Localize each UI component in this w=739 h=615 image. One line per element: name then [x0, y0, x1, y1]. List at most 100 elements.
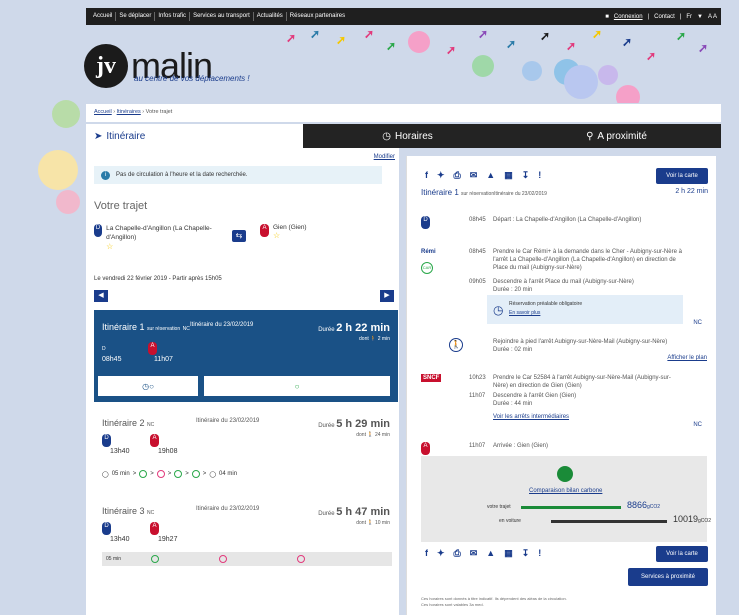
departure-time: 08h45 — [102, 356, 122, 363]
nc-badge: NC — [693, 422, 702, 428]
facebook-icon[interactable]: f — [425, 548, 428, 559]
step-text: Départ : La Chapelle-d'Angillon (La Chap… — [493, 217, 642, 223]
section-title: Votre trajet — [94, 200, 148, 212]
arrival-pin-icon: A — [150, 434, 159, 447]
train-icon — [174, 470, 183, 478]
user-icon: ■ — [605, 13, 609, 20]
car-badge: CAR — [421, 262, 441, 274]
breadcrumb-current: Votre trajet — [145, 109, 173, 115]
step-departure: D 08h45 Départ : La Chapelle-d'Angillon … — [421, 216, 711, 236]
departure-time: 13h40 — [110, 448, 130, 455]
departure-pin-icon: D — [421, 216, 430, 229]
arrow-decoration: ➚ — [310, 27, 321, 41]
favorite-star-icon[interactable]: ☆ — [273, 231, 280, 240]
location-pin-icon: ⚲ — [586, 130, 594, 142]
font-size-toggle[interactable]: A A — [708, 14, 717, 20]
itinerary-duration: Durée 2 h 22 min — [318, 322, 390, 334]
arrow-decoration: ➚ — [676, 29, 687, 43]
itinerary-title: Itinéraire 3 NC — [102, 506, 155, 516]
warning-icon[interactable]: ! — [538, 548, 541, 559]
itinerary-title: Itinéraire 1 sur réservation NC — [102, 322, 190, 332]
email-icon[interactable]: ✉ — [470, 170, 478, 181]
info-icon: i — [101, 170, 110, 180]
favorite-star-icon[interactable]: ☆ — [106, 242, 113, 251]
arrow-decoration: ➚ — [566, 39, 577, 53]
your-trip-bar — [521, 506, 621, 509]
itinerary-duration: Durée 5 h 47 min — [318, 506, 390, 518]
journey-segments: ◷○ ○ — [98, 376, 390, 396]
nearby-services-button[interactable]: Services à proximité — [628, 568, 708, 586]
departure-marker: D — [102, 346, 106, 352]
nav-reseaux[interactable]: Réseaux partenaires — [287, 12, 348, 21]
car-icon — [598, 65, 618, 85]
view-map-button-bottom[interactable]: Voir la carte — [656, 546, 708, 562]
breadcrumb-itineraires[interactable]: Itinéraires — [117, 109, 141, 115]
step-text: Descendre à l'arrêt Place du mail (Aubig… — [493, 279, 634, 285]
chevron-down-icon[interactable]: ▼ — [697, 14, 703, 20]
print-icon[interactable]: ⎙ — [454, 170, 461, 181]
download-icon[interactable]: ↧ — [522, 170, 530, 181]
swap-button[interactable]: ⇆ — [232, 230, 246, 242]
carbon-comparison: Comparaison bilan carbone votre trajet 8… — [421, 456, 711, 542]
facebook-icon[interactable]: f — [425, 170, 428, 181]
footnotes: Ces horaires sont donnés à titre indicat… — [421, 596, 567, 608]
nav-se-deplacer[interactable]: Se déplacer — [116, 12, 156, 21]
carbon-link[interactable]: Comparaison bilan carbone — [529, 488, 602, 494]
walk-duration: dont 🚶 10 min — [356, 520, 390, 526]
step-text: Prendre le Car 52584 à l'arrêt Aubigny-s… — [493, 375, 671, 389]
learn-more-link[interactable]: En savoir plus — [509, 310, 540, 316]
step-duration: Durée : 20 min — [493, 287, 533, 293]
nav-services[interactable]: Services au transport — [190, 12, 254, 21]
email-icon[interactable]: ✉ — [470, 548, 478, 559]
next-button[interactable]: ▶ — [380, 290, 394, 302]
print-icon[interactable]: ⎙ — [454, 548, 461, 559]
step-duration: Durée : 44 min — [493, 401, 533, 407]
view-map-button[interactable]: Voir la carte — [656, 168, 708, 184]
search-date: Le vendredi 22 février 2019 - Partir apr… — [94, 276, 222, 282]
step-alight-2: 11h07 Descendre à l'arrêt Gien (Gien) Du… — [421, 392, 711, 412]
tab-proximite[interactable]: ⚲ A proximité — [512, 124, 721, 148]
tagline: au centre de vos déplacements ! — [134, 74, 250, 83]
arrow-decoration: ➚ — [506, 37, 517, 51]
nav-accueil[interactable]: Accueil — [90, 12, 117, 21]
tab-horaires[interactable]: ◷ Horaires — [303, 124, 512, 148]
tab-itineraire[interactable]: ➤ Itinéraire — [86, 124, 303, 148]
connexion-link[interactable]: Connexion — [614, 14, 643, 20]
info-alert: i Pas de circulation à l'heure et la dat… — [94, 166, 382, 184]
car-trip-co2: 10019gCO2 — [673, 514, 712, 524]
walk-duration: dont 🚶 2 min — [359, 336, 390, 342]
calendar-icon[interactable]: ▦ — [504, 170, 513, 181]
journey-segments: ◯ 05 min > > > > > ◯ 04 min — [102, 470, 238, 478]
see-stops-link[interactable]: Voir les arrêts intermédiaires — [493, 414, 569, 420]
logo-badge: jv — [84, 44, 128, 88]
contact-link[interactable]: Contact — [654, 14, 675, 20]
departure-pin-icon: D — [102, 434, 111, 447]
download-icon[interactable]: ↧ — [522, 548, 530, 559]
breadcrumb-accueil[interactable]: Accueil — [94, 109, 112, 115]
modify-link[interactable]: Modifier — [374, 154, 395, 160]
main-tabs: ➤ Itinéraire ◷ Horaires ⚲ A proximité — [86, 124, 721, 148]
itinerary-card-2[interactable]: Itinéraire 2 NC Itinéraire du 23/02/2019… — [94, 410, 398, 492]
tram-icon — [56, 190, 80, 214]
alert-icon[interactable]: ▲ — [486, 548, 495, 559]
itinerary-card-3[interactable]: Itinéraire 3 NC Itinéraire du 23/02/2019… — [94, 498, 398, 578]
itinerary-date: Itinéraire du 23/02/2019 — [196, 506, 260, 512]
calendar-icon[interactable]: ▦ — [504, 548, 513, 559]
top-bar: Accueil Se déplacer Infos trafic Service… — [86, 8, 721, 25]
twitter-icon[interactable]: ✦ — [437, 548, 445, 559]
language-select[interactable]: Fr — [686, 14, 692, 20]
show-plan-link[interactable]: Afficher le plan — [667, 354, 707, 362]
footnote: Ces horaires sont valables 3a med. — [421, 602, 484, 607]
itinerary-card-1[interactable]: Itinéraire 1 sur réservation NC Itinérai… — [94, 310, 398, 402]
nav-actualites[interactable]: Actualités — [254, 12, 287, 21]
twitter-icon[interactable]: ✦ — [437, 170, 445, 181]
nav-infos-trafic[interactable]: Infos trafic — [155, 12, 191, 21]
previous-button[interactable]: ◀ — [94, 290, 108, 302]
arrival-time: 11h07 — [154, 356, 173, 363]
nc-badge: NC — [693, 320, 702, 326]
remi-logo: Rémi — [421, 249, 436, 255]
warning-icon[interactable]: ! — [538, 170, 541, 181]
train-icon — [52, 100, 80, 128]
top-nav: Accueil Se déplacer Infos trafic Service… — [90, 12, 348, 21]
alert-icon[interactable]: ▲ — [486, 170, 495, 181]
